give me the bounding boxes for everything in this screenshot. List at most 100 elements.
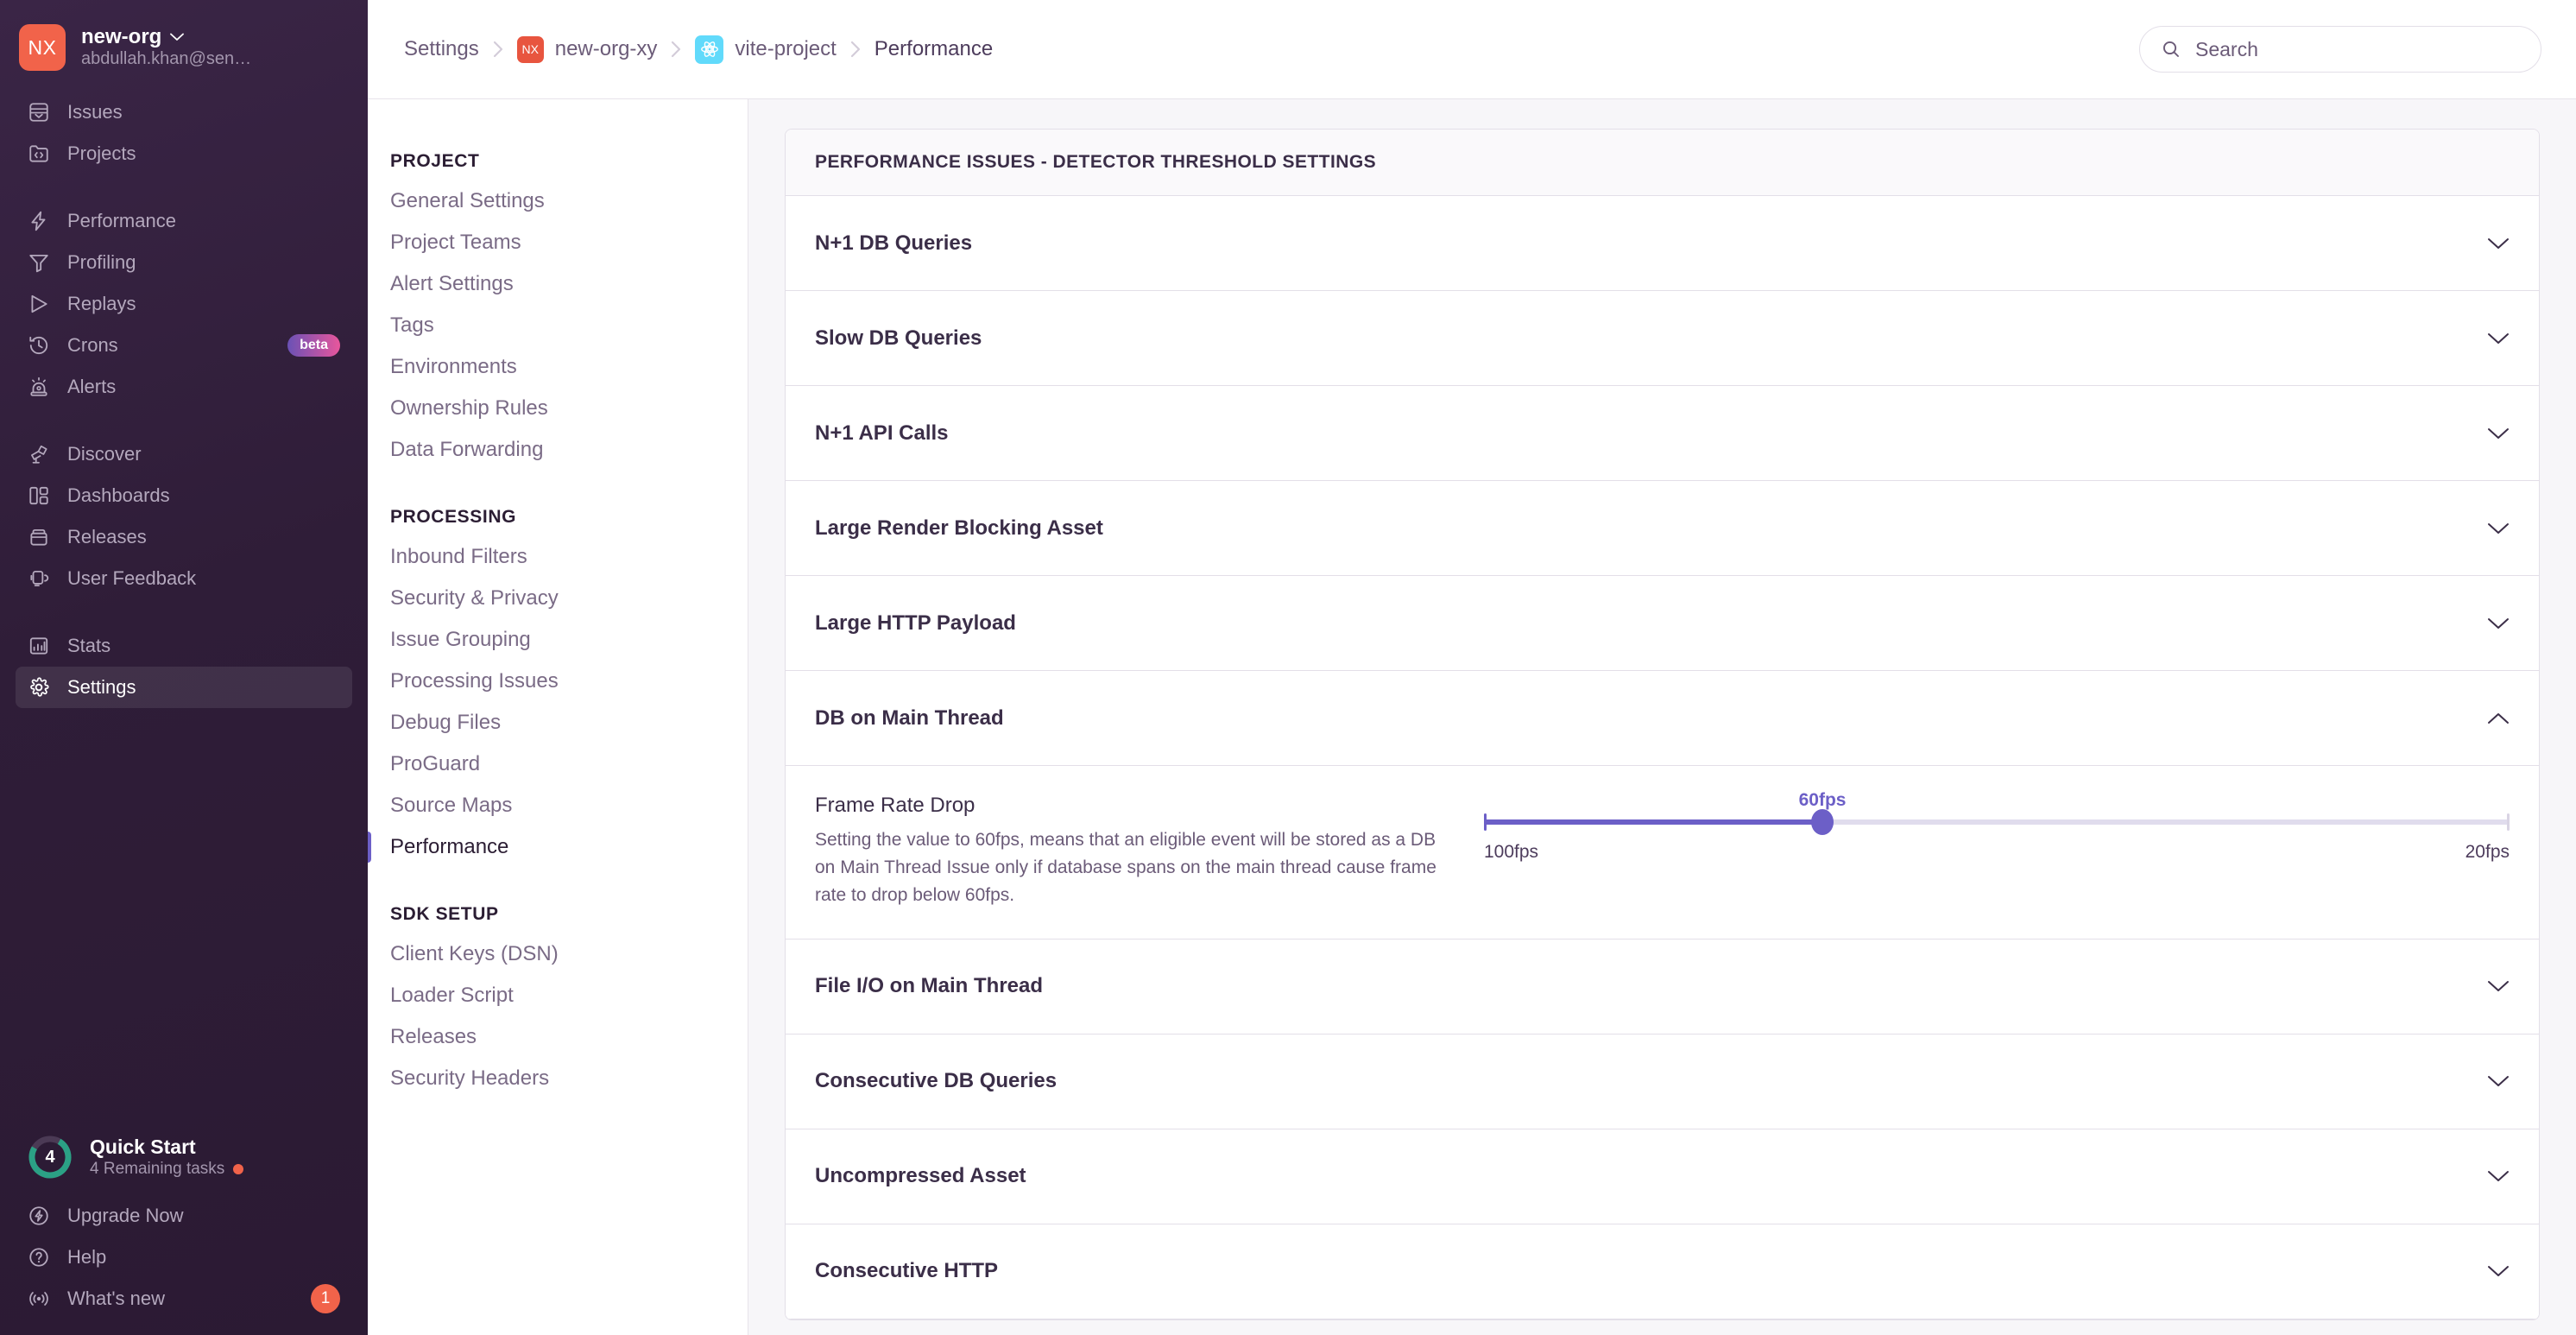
primary-sidebar: NX new-org abdullah.khan@sen… Issues Pro… (0, 0, 368, 1335)
settings-nav-tags[interactable]: Tags (368, 305, 748, 346)
breadcrumb-label: vite-project (735, 37, 837, 60)
detector-row-n1-db-queries[interactable]: N+1 DB Queries (786, 196, 2539, 291)
search-icon (2162, 41, 2179, 57)
org-name: new-org (81, 24, 162, 48)
breadcrumb-item-settings[interactable]: Settings (404, 37, 479, 61)
sidebar-item-label: Projects (67, 142, 136, 164)
settings-nav-processing-issues[interactable]: Processing Issues (368, 661, 748, 702)
frame-rate-slider[interactable]: 60fps 100fps 20fps (1484, 790, 2510, 863)
breadcrumb-item-performance[interactable]: Performance (874, 37, 993, 61)
detector-row-consecutive-db-queries[interactable]: Consecutive DB Queries (786, 1034, 2539, 1129)
org-email: abdullah.khan@sen… (81, 49, 252, 69)
chevron-down-icon[interactable] (2487, 1264, 2510, 1278)
sidebar-item-discover[interactable]: Discover (16, 433, 352, 475)
settings-nav-debug-files[interactable]: Debug Files (368, 702, 748, 743)
detector-row-large-render-blocking-asset[interactable]: Large Render Blocking Asset (786, 481, 2539, 576)
settings-nav-issue-grouping[interactable]: Issue Grouping (368, 619, 748, 661)
sidebar-item-label: Profiling (67, 251, 136, 273)
chevron-down-icon[interactable] (2487, 979, 2510, 993)
headset-icon (30, 570, 49, 586)
sidebar-item-projects[interactable]: Projects (16, 133, 352, 174)
sidebar-item-alerts[interactable]: Alerts (16, 366, 352, 408)
settings-nav-source-maps[interactable]: Source Maps (368, 785, 748, 826)
chevron-down-icon[interactable] (2487, 332, 2510, 345)
detector-row-uncompressed-asset[interactable]: Uncompressed Asset (786, 1129, 2539, 1224)
sidebar-item-replays[interactable]: Replays (16, 283, 352, 325)
chevron-down-icon[interactable] (2487, 427, 2510, 440)
sidebar-item-issues[interactable]: Issues (16, 92, 352, 133)
beta-badge: beta (287, 334, 340, 357)
detail-title: Frame Rate Drop (815, 794, 975, 817)
settings-nav-releases[interactable]: Releases (368, 1016, 748, 1058)
sidebar-item-profiling[interactable]: Profiling (16, 242, 352, 283)
chevron-up-icon[interactable] (2487, 712, 2510, 725)
sidebar-item-label: Issues (67, 101, 123, 123)
settings-nav-security-privacy[interactable]: Security & Privacy (368, 578, 748, 619)
row-label: File I/O on Main Thread (815, 974, 1044, 998)
detector-row-file-io-on-main-thread[interactable]: File I/O on Main Thread (786, 939, 2539, 1034)
settings-nav-inbound-filters[interactable]: Inbound Filters (368, 536, 748, 578)
content-area: Settings NX new-org-xy vite-project Perf… (368, 0, 2576, 1335)
quick-start-button[interactable]: 4 Quick Start 4 Remaining tasks (16, 1129, 352, 1195)
breadcrumb-item-project[interactable]: vite-project (695, 35, 837, 64)
sidebar-item-releases[interactable]: Releases (16, 516, 352, 558)
sidebar-item-performance[interactable]: Performance (16, 200, 352, 242)
sidebar-item-dashboards[interactable]: Dashboards (16, 475, 352, 516)
sidebar-nav: Issues Projects Performance Profiling Re… (0, 92, 368, 708)
detector-row-slow-db-queries[interactable]: Slow DB Queries (786, 291, 2539, 386)
quick-start-text: Quick Start 4 Remaining tasks (90, 1136, 244, 1179)
settings-nav-loader-script[interactable]: Loader Script (368, 975, 748, 1016)
settings-nav-general-settings[interactable]: General Settings (368, 180, 748, 222)
releases-icon (30, 528, 47, 546)
detector-row-db-on-main-thread[interactable]: DB on Main Thread (786, 671, 2539, 766)
topbar: Settings NX new-org-xy vite-project Perf… (368, 0, 2576, 99)
settings-section-heading: PROJECT (390, 151, 480, 171)
breadcrumb-item-organization[interactable]: NX new-org-xy (516, 35, 657, 63)
row-label: Large Render Blocking Asset (815, 516, 1103, 540)
clock-history-icon (29, 336, 48, 355)
settings-nav-project-teams[interactable]: Project Teams (368, 222, 748, 263)
slider-track[interactable] (1484, 809, 2510, 835)
sidebar-item-crons[interactable]: Crons beta (16, 325, 352, 366)
sidebar-item-user-feedback[interactable]: User Feedback (16, 558, 352, 599)
sidebar-item-stats[interactable]: Stats (16, 625, 352, 667)
settings-nav-data-forwarding[interactable]: Data Forwarding (368, 429, 748, 471)
settings-nav-performance[interactable]: Performance (368, 826, 748, 868)
detail-description: Setting the value to 60fps, means that a… (815, 830, 1436, 905)
settings-nav-client-keys[interactable]: Client Keys (DSN) (368, 933, 748, 975)
detector-row-consecutive-http[interactable]: Consecutive HTTP (786, 1224, 2539, 1319)
settings-nav-security-headers[interactable]: Security Headers (368, 1058, 748, 1099)
chevron-down-icon[interactable] (2487, 1169, 2510, 1183)
chevron-down-icon[interactable] (2487, 617, 2510, 630)
search-input[interactable]: Search (2139, 26, 2541, 73)
sidebar-item-help[interactable]: Help (16, 1237, 352, 1278)
settings-nav-alert-settings[interactable]: Alert Settings (368, 263, 748, 305)
sidebar-item-upgrade-now[interactable]: Upgrade Now (16, 1195, 352, 1237)
sidebar-item-settings[interactable]: Settings (16, 667, 352, 708)
sidebar-footer: 4 Quick Start 4 Remaining tasks Upgrade … (0, 1129, 368, 1326)
quick-start-subtitle: 4 Remaining tasks (90, 1159, 225, 1178)
row-label: Slow DB Queries (815, 326, 982, 350)
row-label: N+1 API Calls (815, 421, 949, 445)
chevron-down-icon[interactable] (2487, 522, 2510, 535)
settings-nav-ownership-rules[interactable]: Ownership Rules (368, 388, 748, 429)
detector-detail-db-on-main-thread: Frame Rate Drop Setting the value to 60f… (786, 766, 2539, 940)
detector-row-n1-api-calls[interactable]: N+1 API Calls (786, 386, 2539, 481)
org-switcher[interactable]: NX new-org abdullah.khan@sen… (0, 0, 368, 79)
sidebar-item-label: Discover (67, 443, 142, 465)
chevron-down-icon[interactable] (2487, 237, 2510, 250)
settings-nav-environments[interactable]: Environments (368, 346, 748, 388)
settings-section-spacer (368, 875, 748, 904)
chevron-down-icon[interactable] (2487, 1074, 2510, 1088)
row-label: Consecutive HTTP (815, 1259, 999, 1283)
question-circle-icon (29, 1248, 48, 1267)
sidebar-divider (0, 174, 368, 200)
settings-section-spacer (368, 478, 748, 507)
slider-thumb[interactable] (1811, 809, 1834, 835)
sidebar-item-whats-new[interactable]: What's new 1 (16, 1278, 352, 1319)
slider-current-value: 60fps (1798, 790, 1847, 810)
settings-nav-proguard[interactable]: ProGuard (368, 743, 748, 785)
detector-row-large-http-payload[interactable]: Large HTTP Payload (786, 576, 2539, 671)
org-name-row: new-org (81, 25, 251, 49)
gear-icon (30, 677, 49, 697)
